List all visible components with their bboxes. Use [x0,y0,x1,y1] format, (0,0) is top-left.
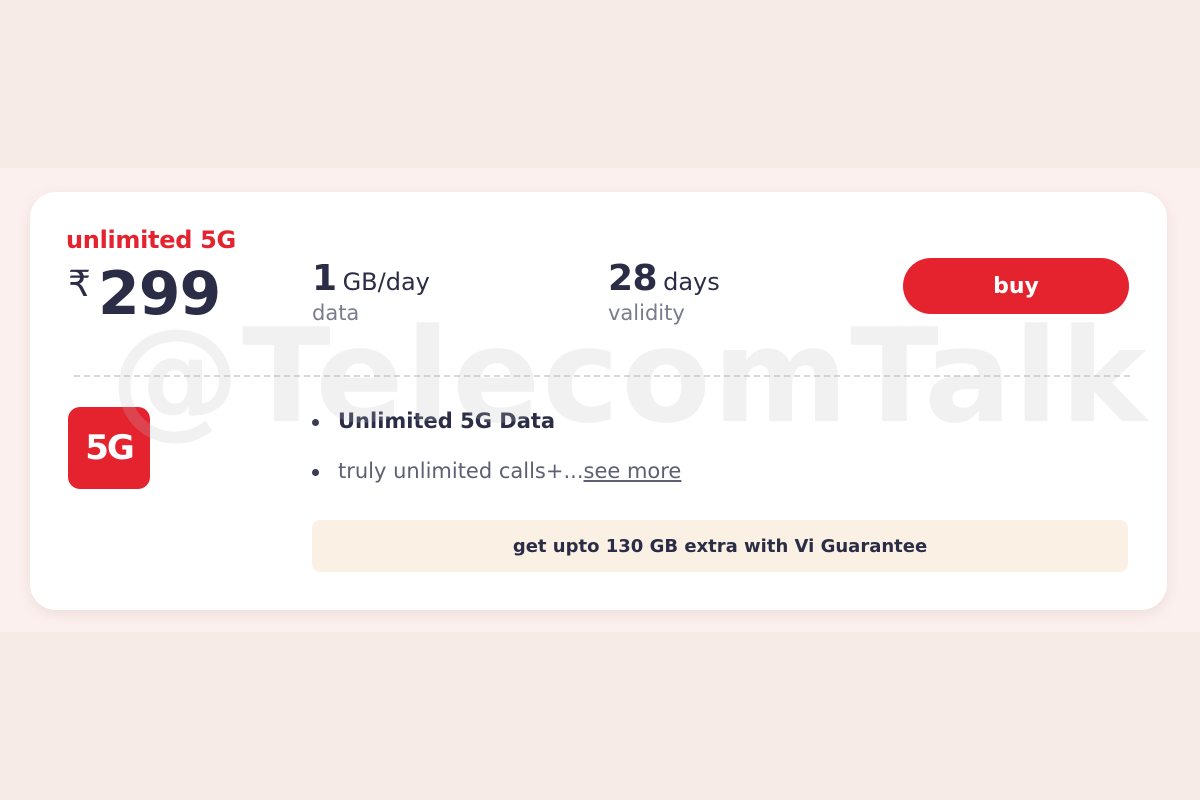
validity-label: validity [608,301,685,325]
benefit-text: Unlimited 5G Data [338,409,556,433]
validity-value: 28 [608,258,658,299]
divider [74,375,1130,377]
benefit-text: truly unlimited calls+... [338,459,584,483]
validity-unit: days [663,268,720,296]
see-more-link[interactable]: see more [584,459,682,483]
5g-badge-icon: 5G [68,407,150,489]
guarantee-banner: get upto 130 GB extra with Vi Guarantee [312,520,1128,572]
benefit-item: truly unlimited calls+...see more [312,456,681,506]
data-label: data [312,301,360,325]
plan-tag: unlimited 5G [66,226,236,254]
benefit-item: Unlimited 5G Data [312,406,681,456]
benefits-list: Unlimited 5G Data truly unlimited calls+… [312,406,681,506]
price-amount: 299 [98,259,221,329]
buy-button[interactable]: buy [903,258,1129,314]
rupee-icon: ₹ [68,264,91,305]
validity-stat: 28 days validity [608,258,720,325]
data-unit: GB/day [342,268,430,296]
data-stat: 1 GB/day data [312,258,430,325]
data-value: 1 [312,258,337,299]
plan-card: unlimited 5G ₹ 299 1 GB/day data 28 days v… [30,192,1167,610]
